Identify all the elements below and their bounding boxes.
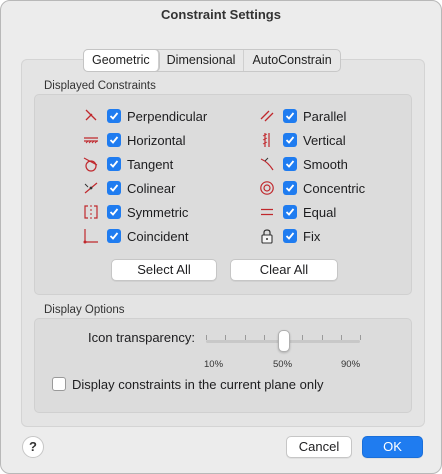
symmetric-label: Symmetric xyxy=(127,204,189,220)
tab-autoconstrain[interactable]: AutoConstrain xyxy=(244,50,339,71)
slider-tick xyxy=(206,335,207,340)
coincident-icon xyxy=(83,228,99,244)
constraint-row-equal[interactable]: Equal xyxy=(259,203,336,221)
smooth-checkbox[interactable] xyxy=(283,157,297,171)
help-button[interactable]: ? xyxy=(22,436,44,458)
current-plane-checkbox[interactable] xyxy=(52,377,66,391)
ok-button[interactable]: OK xyxy=(362,436,423,458)
constraint-row-tangent[interactable]: Tangent xyxy=(83,155,173,173)
equal-checkbox[interactable] xyxy=(283,205,297,219)
tick-label-90: 90% xyxy=(341,359,361,370)
smooth-icon xyxy=(259,156,275,172)
symmetric-icon xyxy=(83,204,99,220)
constraint-row-coincident[interactable]: Coincident xyxy=(83,227,188,245)
equal-label: Equal xyxy=(303,204,337,220)
tangent-checkbox[interactable] xyxy=(107,157,121,171)
horizontal-icon xyxy=(83,132,99,148)
slider-tick xyxy=(245,335,246,340)
parallel-icon xyxy=(259,108,275,124)
parallel-checkbox[interactable] xyxy=(283,109,297,123)
coincident-checkbox[interactable] xyxy=(107,229,121,243)
lock-icon xyxy=(259,228,275,244)
slider-tick xyxy=(302,335,303,340)
tab-bar: Geometric Dimensional AutoConstrain xyxy=(83,49,341,72)
fix-checkbox[interactable] xyxy=(283,229,297,243)
tab-geometric[interactable]: Geometric xyxy=(84,50,159,71)
smooth-label: Smooth xyxy=(303,156,348,172)
symmetric-checkbox[interactable] xyxy=(107,205,121,219)
constraint-row-colinear[interactable]: Colinear xyxy=(83,179,175,197)
current-plane-option[interactable]: Display constraints in the current plane… xyxy=(52,375,323,393)
constraint-row-parallel[interactable]: Parallel xyxy=(259,107,346,125)
icon-transparency-label: Icon transparency: xyxy=(88,330,195,345)
colinear-label: Colinear xyxy=(127,180,176,196)
constraint-row-symmetric[interactable]: Symmetric xyxy=(83,203,188,221)
slider-tick xyxy=(264,335,265,340)
concentric-label: Concentric xyxy=(303,180,366,196)
tab-dimensional[interactable]: Dimensional xyxy=(159,50,245,71)
display-options-heading: Display Options xyxy=(44,304,125,316)
constraint-row-fix[interactable]: Fix xyxy=(259,227,320,245)
select-all-button[interactable]: Select All xyxy=(111,259,217,281)
cancel-button[interactable]: Cancel xyxy=(286,436,352,458)
constraint-row-smooth[interactable]: Smooth xyxy=(259,155,348,173)
perpendicular-label: Perpendicular xyxy=(127,108,208,124)
tick-label-50: 50% xyxy=(273,359,293,370)
perpendicular-icon xyxy=(83,108,99,124)
slider-tick xyxy=(225,335,226,340)
tangent-label: Tangent xyxy=(127,156,174,172)
vertical-label: Vertical xyxy=(303,132,346,148)
constraint-row-perpendicular[interactable]: Perpendicular xyxy=(83,107,207,125)
slider-tick xyxy=(322,335,323,340)
constraint-row-concentric[interactable]: Concentric xyxy=(259,179,365,197)
horizontal-label: Horizontal xyxy=(127,132,186,148)
parallel-label: Parallel xyxy=(303,108,347,124)
vertical-checkbox[interactable] xyxy=(283,133,297,147)
concentric-checkbox[interactable] xyxy=(283,181,297,195)
colinear-icon xyxy=(83,180,99,196)
fix-label: Fix xyxy=(303,228,321,244)
current-plane-label: Display constraints in the current plane… xyxy=(72,376,324,392)
equal-icon xyxy=(259,204,275,220)
vertical-icon xyxy=(259,132,275,148)
transparency-slider-knob[interactable] xyxy=(278,330,290,352)
constraint-row-vertical[interactable]: Vertical xyxy=(259,131,346,149)
colinear-checkbox[interactable] xyxy=(107,181,121,195)
window-title: Constraint Settings xyxy=(161,7,281,22)
tick-label-10: 10% xyxy=(204,359,224,370)
concentric-icon xyxy=(259,180,275,196)
displayed-constraints-heading: Displayed Constraints xyxy=(44,80,156,92)
constraint-settings-dialog: Constraint Settings Geometric Dimensiona… xyxy=(0,0,442,474)
clear-all-button[interactable]: Clear All xyxy=(230,259,338,281)
coincident-label: Coincident xyxy=(127,228,189,244)
tangent-icon xyxy=(83,156,99,172)
horizontal-checkbox[interactable] xyxy=(107,133,121,147)
slider-tick xyxy=(341,335,342,340)
perpendicular-checkbox[interactable] xyxy=(107,109,121,123)
slider-tick xyxy=(360,335,361,340)
constraint-row-horizontal[interactable]: Horizontal xyxy=(83,131,186,149)
